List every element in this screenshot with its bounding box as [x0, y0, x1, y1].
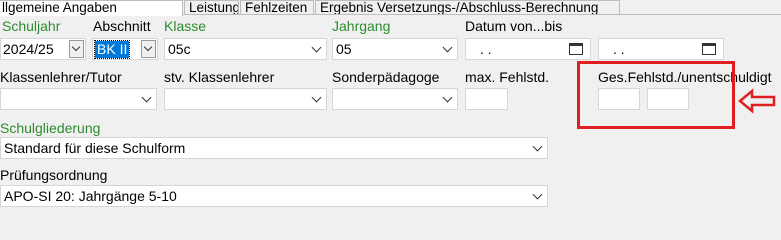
schulgliederung-value: Standard für diese Schulform — [4, 140, 186, 156]
schulgliederung-label: Schulgliederung — [0, 120, 101, 136]
max-fehlstd-input[interactable] — [465, 88, 508, 110]
sonderpaedagoge-select[interactable] — [332, 88, 458, 110]
pruefungsordnung-label: Prüfungsordnung — [0, 167, 108, 183]
datum-von-field[interactable]: . . — [465, 38, 591, 60]
datum-bis-value: . . — [613, 41, 625, 57]
tab-bar: llgemeine Angaben Leistungsdaten Fehlzei… — [0, 0, 781, 16]
tab-allgemeine-angaben[interactable]: llgemeine Angaben — [0, 0, 183, 16]
highlight-box-annotation — [577, 61, 735, 129]
schuljahr-label: Schuljahr — [2, 18, 61, 34]
calendar-icon[interactable] — [569, 43, 583, 55]
jahrgang-select[interactable]: 05 — [332, 38, 458, 60]
pruefungsordnung-value: APO-SI 20: Jahrgänge 5-10 — [4, 188, 177, 204]
sonderpaedagoge-label: Sonderpädagoge — [332, 69, 440, 85]
klasse-select[interactable]: 05c — [164, 38, 327, 60]
calendar-icon[interactable] — [702, 43, 716, 55]
tab-ergebnis-versetzung[interactable]: Ergebnis Versetzungs-/Abschluss-Berechnu… — [315, 0, 620, 15]
stv-klassenlehrer-select[interactable] — [164, 88, 327, 110]
klassenlehrer-label: Klassenlehrer/Tutor — [0, 69, 122, 85]
jahrgang-label: Jahrgang — [332, 18, 391, 34]
tab-fehlzeiten[interactable]: Fehlzeiten — [240, 0, 314, 15]
chevron-down-icon[interactable] — [141, 40, 156, 58]
max-fehlstd-label: max. Fehlstd. — [465, 69, 550, 85]
klassenlehrer-select[interactable] — [0, 88, 157, 110]
schulgliederung-select[interactable]: Standard für diese Schulform — [0, 137, 548, 159]
abschnitt-field[interactable]: BK II — [92, 38, 158, 60]
red-arrow-annotation-icon — [738, 88, 776, 114]
abschnitt-label: Abschnitt — [93, 18, 151, 34]
schuljahr-value: 2024/25 — [3, 41, 54, 57]
chevron-down-icon[interactable] — [69, 40, 84, 58]
schuljahr-field[interactable]: 2024/25 — [0, 38, 86, 60]
tab-leistungsdaten[interactable]: Leistungsdaten — [184, 0, 239, 15]
pruefungsordnung-select[interactable]: APO-SI 20: Jahrgänge 5-10 — [0, 185, 548, 207]
jahrgang-value: 05 — [336, 41, 352, 57]
datum-bis-field[interactable]: . . — [598, 38, 724, 60]
abschnitt-value: BK II — [93, 40, 131, 59]
datum-von-value: . . — [480, 41, 492, 57]
klasse-value: 05c — [168, 41, 191, 57]
klasse-label: Klasse — [164, 18, 207, 34]
datum-label: Datum von...bis — [465, 18, 563, 34]
stv-klassenlehrer-label: stv. Klassenlehrer — [164, 69, 275, 85]
